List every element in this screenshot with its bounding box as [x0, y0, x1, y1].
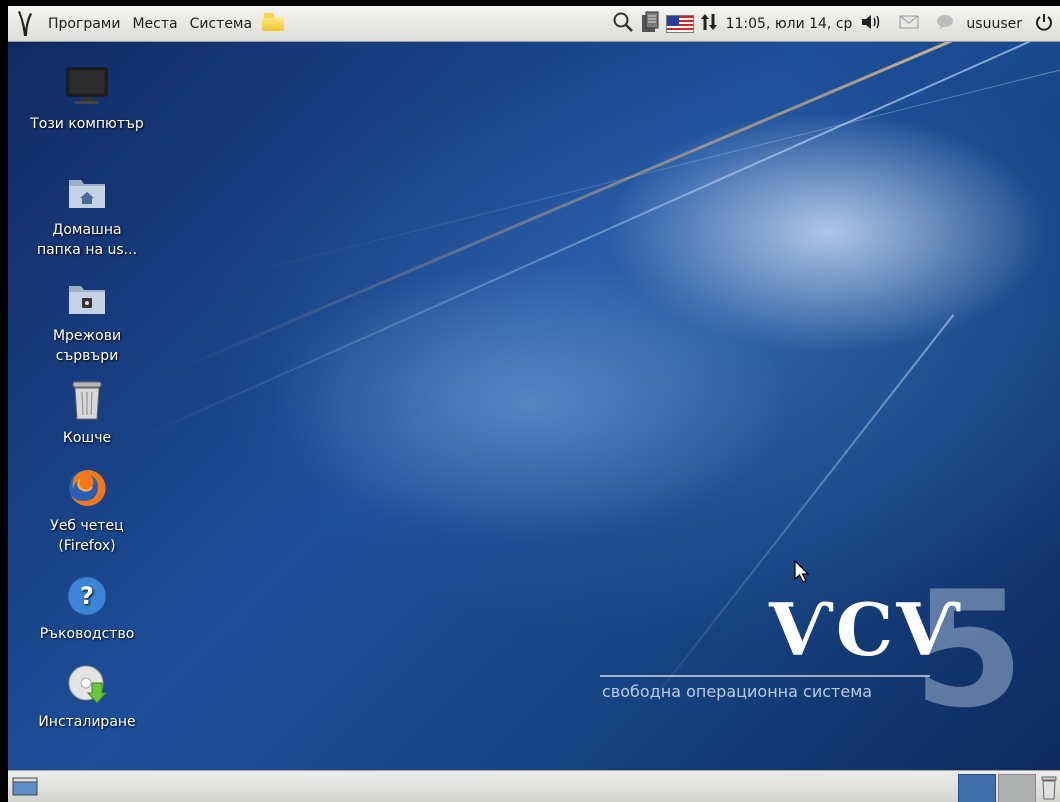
desktop-icon-help[interactable]: ? Ръководство [28, 574, 146, 644]
desktop-icon-label: Ръководство [39, 626, 135, 642]
computer-icon [65, 64, 109, 108]
desktop-icon-computer[interactable]: Този компютър [28, 64, 146, 134]
folder-notes-icon[interactable] [262, 12, 285, 31]
clock[interactable]: 11:05, юли 14, ср [724, 16, 855, 32]
desktop-icon-label: Домашна папка на us... [36, 222, 138, 258]
search-icon[interactable] [612, 11, 634, 37]
mouse-cursor-icon [794, 559, 812, 588]
power-icon[interactable] [1034, 12, 1054, 36]
desktop-icon-label: Мрежови сървъри [52, 328, 122, 364]
desktop-icon-firefox[interactable]: Уеб четец (Firefox) [28, 466, 146, 556]
distro-logo-icon[interactable] [8, 6, 42, 42]
wallpaper-light-beam [167, 42, 1060, 375]
us-flag-icon[interactable] [665, 14, 694, 33]
desktop-icon-label: Кошче [62, 430, 112, 446]
desktop-icon-label: Уеб четец (Firefox) [50, 518, 124, 554]
top-panel: Програми Места Система 11:05, юли 14, ср… [8, 6, 1060, 42]
menu-system[interactable]: Система [184, 6, 258, 42]
brand-tagline: свободна операционна система [602, 682, 873, 701]
desktop-icon-network-servers[interactable]: Мрежови сървъри [28, 276, 146, 366]
brand-logo-text: ѴСѴ [768, 587, 964, 672]
mail-icon[interactable] [899, 14, 919, 34]
system-tray: 11:05, юли 14, ср usuuser [609, 6, 1060, 42]
show-desktop-icon[interactable] [12, 777, 38, 797]
install-disc-icon [65, 662, 109, 706]
desktop-icon-trash[interactable]: Кошче [28, 378, 146, 448]
desktop-icon-label: Този компютър [30, 116, 144, 132]
menu-applications[interactable]: Програми [42, 6, 126, 42]
trash-icon [65, 378, 109, 422]
desktop-icon-label: Инсталиране [38, 714, 136, 730]
user-menu[interactable]: usuuser [960, 16, 1028, 32]
network-folder-icon [65, 276, 109, 320]
menu-places[interactable]: Места [126, 6, 183, 42]
network-updown-icon[interactable] [700, 12, 718, 36]
desktop-icon-install[interactable]: Инсталиране [28, 662, 146, 732]
bottom-panel [8, 770, 1060, 802]
workspace-1-button[interactable] [958, 774, 996, 802]
brand-underline [600, 675, 930, 677]
workspace-2-button[interactable] [998, 774, 1036, 802]
clipboard-icon[interactable] [640, 11, 660, 37]
volume-icon[interactable] [860, 13, 882, 35]
trash-applet-icon[interactable] [1040, 775, 1058, 801]
desktop-icon-home[interactable]: Домашна папка на us... [28, 170, 146, 260]
desktop[interactable]: Този компютър Домашна папка на us... Мре… [8, 42, 1060, 770]
help-icon: ? [65, 574, 109, 618]
firefox-icon [65, 466, 109, 510]
svg-text:?: ? [80, 582, 94, 610]
chat-status-icon[interactable] [936, 14, 954, 34]
home-folder-icon [65, 170, 109, 214]
wallpaper-light-beam [127, 42, 1042, 444]
